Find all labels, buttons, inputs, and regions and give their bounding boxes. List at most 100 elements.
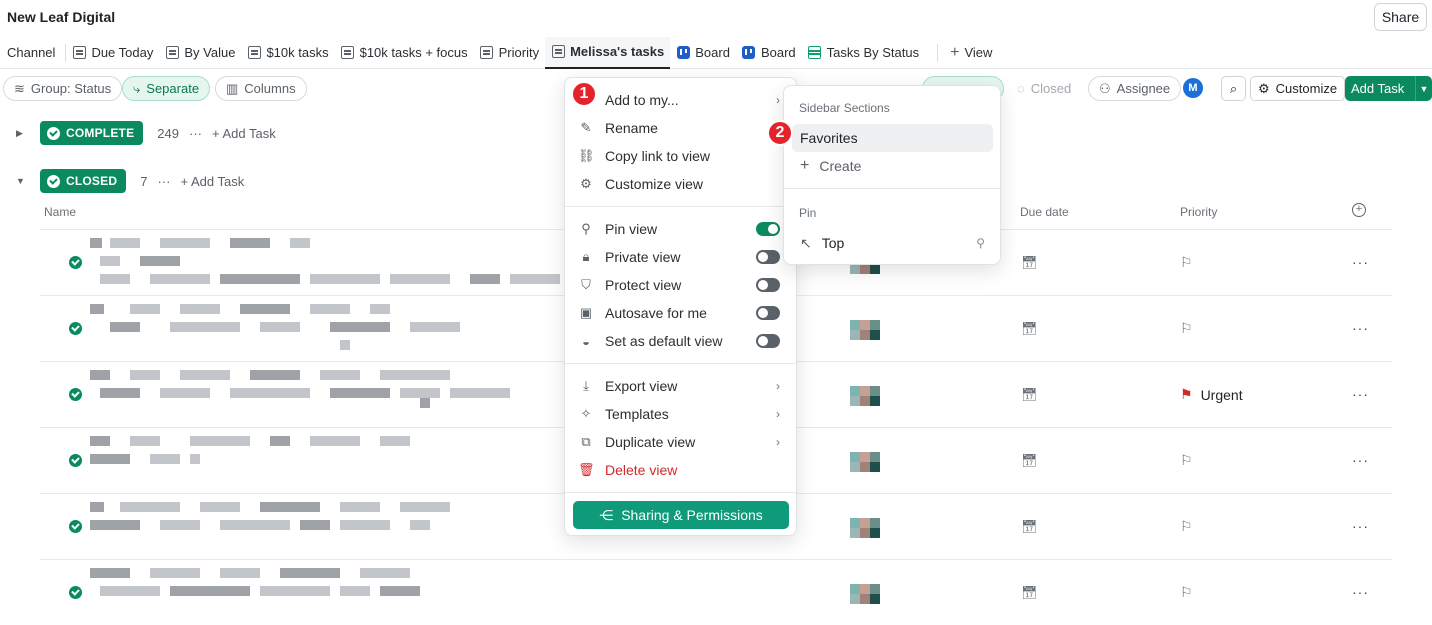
tab-tasks-by-status[interactable]: Tasks By Status <box>802 37 925 69</box>
submenu-item-create[interactable]: + Create <box>792 152 993 180</box>
check-circle-icon[interactable] <box>69 322 82 335</box>
sharing-permissions-button[interactable]: ⋲ Sharing & Permissions <box>573 501 789 529</box>
column-header-name[interactable]: Name <box>44 205 76 219</box>
assignee-avatars[interactable] <box>850 320 880 340</box>
priority-cell[interactable]: ⚐ <box>1180 584 1201 601</box>
add-task-link[interactable]: + Add Task <box>212 126 276 141</box>
autosave-toggle[interactable] <box>756 306 780 320</box>
task-name-redacted[interactable] <box>90 370 570 422</box>
menu-item-protect-view[interactable]: ⛉ Protect view <box>565 271 798 299</box>
more-icon[interactable]: ··· <box>189 126 202 141</box>
calendar-add-icon[interactable]: 📅︎ <box>1021 321 1038 337</box>
task-name-redacted[interactable] <box>90 436 570 488</box>
columns-button[interactable]: ▥ Columns <box>215 76 307 101</box>
row-more-icon[interactable]: ··· <box>1352 518 1369 534</box>
submenu-item-top[interactable]: ↖ Top ⚲ <box>792 229 993 257</box>
menu-item-pin-view[interactable]: ⚲ Pin view <box>565 215 798 243</box>
private-view-toggle[interactable] <box>756 250 780 264</box>
menu-item-export[interactable]: ⤓ Export view › <box>565 372 798 400</box>
assignee-avatars[interactable] <box>850 386 880 406</box>
row-more-icon[interactable]: ··· <box>1352 386 1369 402</box>
menu-item-default-view[interactable]: ◒ Set as default view <box>565 327 798 355</box>
chevron-right-icon: › <box>776 93 780 107</box>
task-name-redacted[interactable] <box>90 568 570 620</box>
tab-board-1[interactable]: Board <box>670 37 736 69</box>
row-more-icon[interactable]: ··· <box>1352 584 1369 600</box>
avatar[interactable]: M <box>1183 78 1203 98</box>
share-button[interactable]: Share <box>1374 3 1427 31</box>
calendar-add-icon[interactable]: 📅︎ <box>1021 585 1038 601</box>
row-more-icon[interactable]: ··· <box>1352 254 1369 270</box>
assignee-avatars[interactable] <box>850 518 880 538</box>
calendar-add-icon[interactable]: 📅︎ <box>1021 519 1038 535</box>
row-more-icon[interactable]: ··· <box>1352 452 1369 468</box>
menu-item-add-to-my[interactable]: Add to my... › <box>565 86 798 114</box>
menu-item-delete[interactable]: 🗑︎ Delete view <box>565 456 798 484</box>
more-icon[interactable]: ··· <box>157 174 170 189</box>
submenu-header-pin: Pin <box>799 206 817 220</box>
default-view-toggle[interactable] <box>756 334 780 348</box>
search-button[interactable]: ⌕ <box>1221 76 1246 101</box>
pin-icon[interactable]: ⚲ <box>976 236 985 250</box>
add-task-link[interactable]: + Add Task <box>180 174 244 189</box>
closed-filter[interactable]: ◌ Closed <box>1007 76 1081 101</box>
priority-cell[interactable]: ⚐ <box>1180 452 1201 469</box>
menu-item-duplicate[interactable]: ⧉ Duplicate view › <box>565 428 798 456</box>
task-name-redacted[interactable] <box>90 304 570 356</box>
tab-melissas-tasks[interactable]: Melissa's tasks <box>545 36 671 69</box>
pin-view-toggle[interactable] <box>756 222 780 236</box>
menu-item-copy-link[interactable]: ⛓ Copy link to view <box>565 142 798 170</box>
tab-by-value[interactable]: By Value <box>159 37 241 69</box>
group-status-button[interactable]: ≋ Group: Status <box>3 76 123 101</box>
check-circle-icon[interactable] <box>69 454 82 467</box>
tab-priority[interactable]: Priority <box>474 37 545 69</box>
menu-item-private-view[interactable]: 🔒︎ Private view <box>565 243 798 271</box>
assignee-avatars[interactable] <box>850 452 880 472</box>
priority-cell[interactable]: ⚐ <box>1180 254 1201 271</box>
menu-item-customize[interactable]: ⚙ Customize view <box>565 170 798 198</box>
tab-board-2[interactable]: Board <box>736 37 802 69</box>
add-column-icon[interactable]: + <box>1352 203 1366 217</box>
priority-cell[interactable]: ⚐ <box>1180 518 1201 535</box>
closed-label: Closed <box>1030 81 1072 96</box>
column-header-due-date[interactable]: Due date <box>1020 205 1069 219</box>
assignee-button[interactable]: ⚇ Assignee <box>1088 76 1182 101</box>
add-view-button[interactable]: + View <box>937 43 998 62</box>
add-task-button[interactable]: Add Task ▼ <box>1345 76 1432 101</box>
row-more-icon[interactable]: ··· <box>1352 320 1369 336</box>
tab-10k-tasks-focus[interactable]: $10k tasks + focus <box>335 37 474 69</box>
check-circle-icon[interactable] <box>69 586 82 599</box>
table-row[interactable]: 📅︎ ⚐ ··· <box>40 559 1392 625</box>
menu-item-templates[interactable]: ✧ Templates › <box>565 400 798 428</box>
status-badge[interactable]: COMPLETE <box>40 121 144 145</box>
check-circle-icon[interactable] <box>69 388 82 401</box>
priority-cell[interactable]: ⚐ <box>1180 320 1201 337</box>
calendar-add-icon[interactable]: 📅︎ <box>1021 387 1038 403</box>
priority-cell[interactable]: ⚑ Urgent <box>1180 386 1243 403</box>
menu-item-rename[interactable]: ✎ Rename <box>565 114 798 142</box>
protect-view-toggle[interactable] <box>756 278 780 292</box>
tab-channel[interactable]: Channel <box>0 43 67 62</box>
columns-icon: ▥ <box>226 80 239 96</box>
collapse-caret-icon[interactable]: ▼ <box>16 176 26 186</box>
task-name-redacted[interactable] <box>90 502 570 554</box>
task-name-redacted[interactable] <box>90 238 570 290</box>
status-badge[interactable]: CLOSED <box>40 169 127 193</box>
check-circle-icon[interactable] <box>69 520 82 533</box>
plus-icon: + <box>950 43 960 61</box>
tab-due-today[interactable]: Due Today <box>66 37 159 69</box>
check-icon <box>47 174 60 188</box>
tab-10k-tasks[interactable]: $10k tasks <box>241 37 334 69</box>
submenu-item-favorites[interactable]: Favorites <box>792 124 993 152</box>
expand-caret-icon[interactable]: ▶ <box>16 128 26 139</box>
assignee-avatars[interactable] <box>850 584 880 604</box>
check-circle-icon[interactable] <box>69 256 82 269</box>
add-task-label: Add Task <box>222 125 276 141</box>
column-header-priority[interactable]: Priority <box>1180 205 1217 219</box>
menu-item-autosave[interactable]: ▣ Autosave for me <box>565 299 798 327</box>
separate-button[interactable]: ⤷ Separate <box>122 76 211 101</box>
customize-button[interactable]: ⚙ Customize <box>1250 76 1346 101</box>
calendar-add-icon[interactable]: 📅︎ <box>1021 453 1038 469</box>
chevron-down-icon[interactable]: ▼ <box>1415 76 1432 101</box>
calendar-add-icon[interactable]: 📅︎ <box>1021 255 1038 271</box>
